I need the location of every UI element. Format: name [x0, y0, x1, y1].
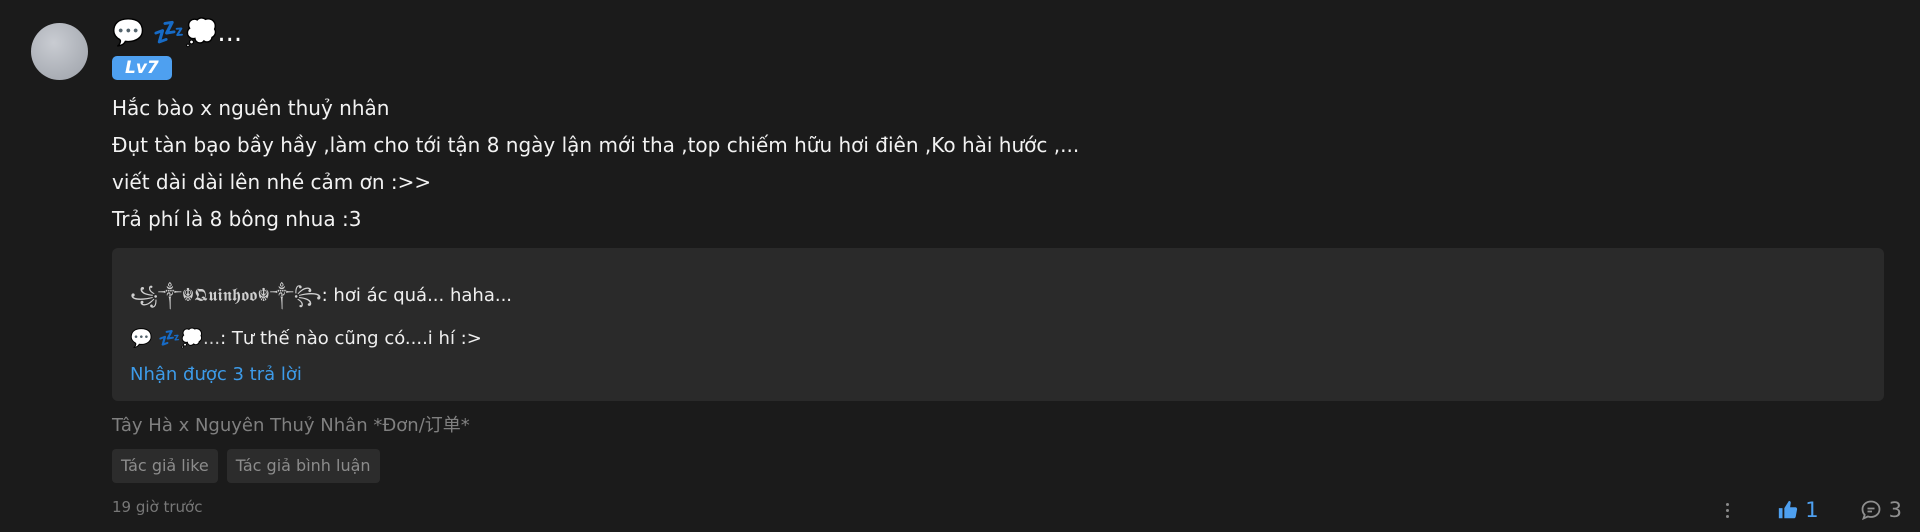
level-badge: Lv7: [112, 56, 172, 80]
comment-content: 💬 💤💭... Lv7 Hắc bào x nguên thuỷ nhân Đụ…: [112, 12, 1884, 518]
avatar[interactable]: [31, 23, 88, 80]
comment-bubble-icon: [1861, 500, 1881, 521]
author-like-tag: Tác giả like: [112, 449, 218, 483]
reply-preview-item: ꧁༒☬𝕼𝖚𝖎𝖓𝖍𝖔𝖔☬༒꧂: hơi ác quá... haha...: [130, 274, 1866, 317]
reply-preview-item: 💬 💤💭...: Tư thế nào cũng có....i hí :>: [130, 317, 1866, 360]
username[interactable]: 💬 💤💭...: [112, 12, 1884, 54]
body-line: Trả phí là 8 bông nhua :3: [112, 207, 362, 231]
body-line: viết dài dài lên nhé cảm ơn :>>: [112, 170, 432, 194]
tag-list: Tác giả like Tác giả bình luận: [112, 449, 1884, 483]
context-label[interactable]: Tây Hà x Nguyên Thuỷ Nhân *Đơn/订单*: [112, 411, 1884, 441]
comment-body: Hắc bào x nguên thuỷ nhân Đụt tàn bạo bầ…: [112, 90, 1884, 238]
comment-item: 💬 💤💭... Lv7 Hắc bào x nguên thuỷ nhân Đụ…: [0, 0, 1920, 532]
reply-count: 3: [1888, 498, 1902, 522]
more-options-icon[interactable]: [1715, 492, 1739, 528]
like-count: 1: [1805, 498, 1819, 522]
reply-preview-box[interactable]: ꧁༒☬𝕼𝖚𝖎𝖓𝖍𝖔𝖔☬༒꧂: hơi ác quá... haha... 💬 💤…: [112, 248, 1884, 401]
body-line: Hắc bào x nguên thuỷ nhân: [112, 96, 390, 120]
like-button[interactable]: 1: [1777, 498, 1819, 522]
reply-text: : hơi ác quá... haha...: [321, 285, 513, 306]
body-line: Đụt tàn bạo bầy hầy ,làm cho tới tận 8 n…: [112, 133, 1080, 157]
reply-text: : Tư thế nào cũng có....i hí :>: [220, 328, 482, 349]
timestamp: 19 giờ trước: [112, 498, 203, 516]
view-replies-link[interactable]: Nhận được 3 trả lời: [130, 360, 1866, 390]
reply-author[interactable]: 💬 💤💭...: [130, 328, 220, 349]
thumbs-up-icon: [1779, 500, 1798, 519]
reply-author[interactable]: ꧁༒☬𝕼𝖚𝖎𝖓𝖍𝖔𝖔☬༒꧂: [130, 285, 322, 306]
author-comment-tag: Tác giả bình luận: [226, 449, 380, 483]
action-bar: 1 3: [1715, 490, 1902, 530]
reply-button[interactable]: 3: [1859, 498, 1902, 522]
